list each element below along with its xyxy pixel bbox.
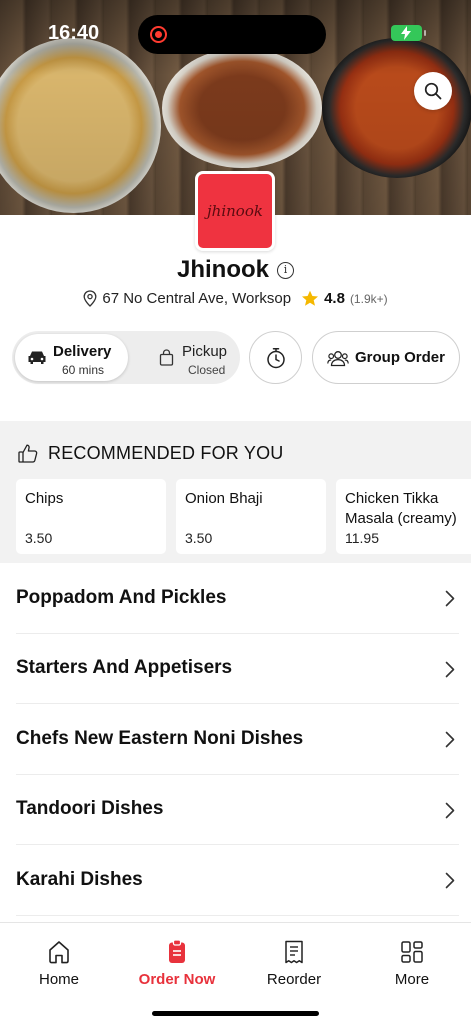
nav-reorder[interactable]: Reorder bbox=[235, 939, 353, 988]
menu-category-row[interactable]: Starters And Appetisers bbox=[16, 634, 459, 704]
recommended-header: RECOMMENDED FOR YOU bbox=[18, 443, 283, 464]
status-time: 16:40 bbox=[48, 22, 100, 44]
search-icon bbox=[424, 82, 442, 100]
delivery-label: Delivery bbox=[53, 343, 112, 360]
delivery-time: 60 mins bbox=[62, 363, 105, 377]
chevron-right-icon bbox=[445, 731, 455, 748]
restaurant-name: Jhinook bbox=[176, 256, 269, 283]
recommended-item-card[interactable]: Chips 3.50 bbox=[16, 479, 166, 554]
menu-category-row[interactable]: Karahi Dishes bbox=[16, 845, 459, 916]
info-icon[interactable]: i bbox=[277, 261, 294, 279]
chevron-right-icon bbox=[445, 590, 455, 607]
group-users-icon bbox=[327, 350, 349, 366]
food-image-tandoori-chicken bbox=[162, 48, 322, 168]
food-image-biryani bbox=[0, 38, 161, 213]
menu-category-row[interactable]: Chefs New Eastern Noni Dishes bbox=[16, 704, 459, 775]
menu-category-row[interactable]: Poppadom And Pickles bbox=[16, 563, 459, 634]
nav-label: More bbox=[394, 971, 430, 988]
delivery-option[interactable]: Delivery 60 mins bbox=[15, 334, 128, 381]
address-row: 67 No Central Ave, Worksop 4.8 (1.9k+) bbox=[0, 290, 471, 307]
menu-category-label: Poppadom And Pickles bbox=[16, 586, 227, 608]
recommended-item-price: 11.95 bbox=[345, 530, 379, 546]
recommended-item-card[interactable]: Chicken Tikka Masala (creamy) 11.95 bbox=[336, 479, 471, 554]
menu-category-list: Poppadom And Pickles Starters And Appeti… bbox=[0, 563, 471, 916]
bottom-nav: Home Order Now Reorder More bbox=[0, 922, 471, 1024]
pickup-label: Pickup bbox=[182, 343, 228, 360]
recommended-item-card[interactable]: Onion Bhaji 3.50 bbox=[176, 479, 326, 554]
nav-label: Home bbox=[38, 971, 79, 988]
recommended-item-price: 3.50 bbox=[185, 530, 213, 546]
screen-recording-icon bbox=[150, 26, 167, 43]
nav-order-now[interactable]: Order Now bbox=[118, 939, 236, 988]
menu-category-row[interactable]: Tandoori Dishes bbox=[16, 775, 459, 845]
nav-label: Order Now bbox=[138, 971, 216, 988]
nav-home[interactable]: Home bbox=[0, 939, 118, 988]
location-pin-icon bbox=[83, 290, 97, 307]
car-icon bbox=[28, 351, 46, 364]
recommended-item-name: Onion Bhaji bbox=[185, 490, 263, 507]
chevron-right-icon bbox=[445, 802, 455, 818]
stopwatch-icon bbox=[266, 347, 285, 368]
recommended-item-name: Chicken Tikka Masala (creamy) bbox=[345, 490, 457, 527]
battery-charging-icon bbox=[391, 25, 426, 41]
rating-count: (1.9k+) bbox=[349, 291, 388, 306]
logo-text: jhinook bbox=[207, 202, 263, 220]
star-icon bbox=[302, 290, 319, 306]
pickup-status: Closed bbox=[188, 363, 226, 377]
restaurant-address: 67 No Central Ave, Worksop bbox=[102, 290, 292, 307]
recommended-section: RECOMMENDED FOR YOU Chips 3.50 Onion Bha… bbox=[0, 421, 471, 563]
restaurant-title-row: Jhinook i bbox=[0, 256, 471, 284]
menu-category-label: Chefs New Eastern Noni Dishes bbox=[16, 727, 304, 749]
food-image-curry bbox=[322, 38, 471, 178]
home-indicator bbox=[152, 1011, 319, 1016]
chevron-right-icon bbox=[445, 661, 455, 677]
menu-category-label: Tandoori Dishes bbox=[16, 798, 164, 820]
nav-label: Reorder bbox=[266, 971, 322, 988]
thumbs-up-icon bbox=[18, 444, 38, 463]
dynamic-island bbox=[138, 15, 326, 54]
rating-value: 4.8 bbox=[324, 290, 345, 307]
home-icon bbox=[49, 941, 69, 964]
order-icon bbox=[169, 939, 185, 963]
recommended-item-price: 3.50 bbox=[25, 530, 53, 546]
group-order-button[interactable]: Group Order bbox=[312, 331, 460, 384]
chevron-right-icon bbox=[445, 872, 455, 889]
shopping-bag-icon bbox=[159, 349, 174, 366]
group-order-label: Group Order bbox=[354, 349, 445, 366]
schedule-button[interactable] bbox=[249, 331, 302, 384]
restaurant-logo: jhinook bbox=[195, 171, 275, 251]
grid-icon bbox=[401, 941, 423, 963]
menu-category-label: Karahi Dishes bbox=[16, 868, 143, 890]
pickup-option[interactable]: Pickup Closed bbox=[142, 334, 237, 381]
search-button[interactable] bbox=[414, 72, 452, 110]
nav-more[interactable]: More bbox=[353, 939, 471, 988]
order-mode-toggle: Delivery 60 mins Pickup Closed bbox=[12, 331, 240, 384]
recommended-item-name: Chips bbox=[25, 490, 64, 507]
receipt-icon bbox=[285, 940, 303, 964]
menu-category-label: Starters And Appetisers bbox=[16, 657, 233, 679]
recommended-title: RECOMMENDED FOR YOU bbox=[48, 443, 284, 463]
